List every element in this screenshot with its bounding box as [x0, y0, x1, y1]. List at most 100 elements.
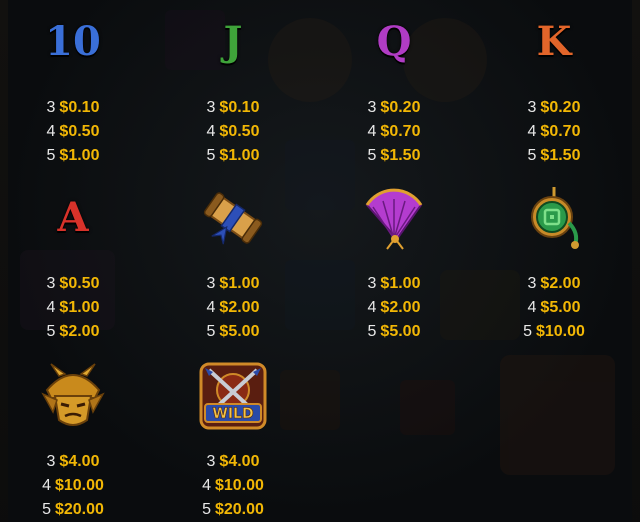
pay-count: 4	[42, 477, 51, 494]
pay-amount: $2.00	[59, 323, 100, 340]
pay-amount: $1.00	[380, 275, 421, 292]
paytable-entry-ten: 10 3 $0.10 4 $0.50 5 $1.00	[13, 2, 133, 165]
symbol-ten-label: 10	[45, 18, 101, 65]
pay-row: 3 $0.50	[13, 272, 133, 296]
pay-row: 5 $20.00	[13, 498, 133, 522]
pay-amount: $20.00	[54, 501, 104, 518]
symbol-king: K	[514, 2, 594, 82]
pay-count: 5	[367, 323, 377, 340]
pay-amount: $0.50	[219, 123, 260, 140]
symbol-jack-label: J	[223, 18, 243, 65]
pay-row: 4 $1.00	[13, 296, 133, 320]
pay-amount: $0.20	[380, 99, 421, 116]
pay-row: 4 $0.70	[334, 120, 454, 144]
pay-count: 3	[46, 275, 56, 292]
paytable-entry-wild: WILD 3 $4.00 4 $10.00 5 $20.00	[173, 356, 293, 518]
wild-label: WILD	[212, 406, 253, 422]
pay-row: 3 $1.00	[334, 272, 454, 296]
pay-amount: $1.00	[219, 147, 260, 164]
pay-count: 4	[46, 123, 56, 140]
pay-count: 5	[42, 501, 51, 518]
pay-list: 3 $0.20 4 $0.70 5 $1.50	[494, 96, 614, 168]
pay-row: 3 $0.10	[13, 96, 133, 120]
pay-amount: $4.00	[219, 453, 260, 470]
pay-count: 3	[46, 99, 56, 116]
pay-amount: $1.50	[380, 147, 421, 164]
pay-amount: $20.00	[214, 501, 264, 518]
samurai-helmet-icon	[33, 356, 113, 436]
fan-icon	[354, 178, 434, 258]
pay-amount: $5.00	[540, 299, 581, 316]
paytable-entry-samurai-helmet: 3 $4.00 4 $10.00 5 $20.00	[13, 356, 133, 518]
pay-count: 4	[527, 123, 537, 140]
pay-amount: $0.10	[219, 99, 260, 116]
bg-wild-shape	[500, 355, 615, 475]
pay-count: 4	[202, 477, 211, 494]
paytable-entry-queen: Q 3 $0.20 4 $0.70 5 $1.50	[334, 2, 454, 165]
pay-count: 5	[202, 501, 211, 518]
pay-amount: $5.00	[380, 323, 421, 340]
pay-row: 4 $2.00	[334, 296, 454, 320]
symbol-queen: Q	[354, 2, 434, 82]
pay-count: 3	[206, 453, 216, 470]
pay-count: 4	[206, 123, 216, 140]
pay-amount: $1.00	[59, 147, 100, 164]
pay-count: 5	[367, 147, 377, 164]
pay-row: 3 $4.00	[173, 450, 293, 474]
paytable-entry-jack: J 3 $0.10 4 $0.50 5 $1.00	[173, 2, 293, 165]
pay-count: 3	[527, 99, 537, 116]
pay-count: 4	[46, 299, 56, 316]
pay-row: 5 $5.00	[334, 320, 454, 344]
pay-list: 3 $4.00 4 $10.00 5 $20.00	[173, 450, 293, 522]
pay-row: 5 $2.00	[13, 320, 133, 344]
pay-row: 5 $1.00	[173, 144, 293, 168]
scroll-icon	[193, 178, 273, 258]
pay-amount: $2.00	[540, 275, 581, 292]
pay-amount: $2.00	[380, 299, 421, 316]
pay-count: 3	[367, 275, 377, 292]
pay-row: 5 $1.50	[334, 144, 454, 168]
pay-count: 3	[46, 453, 56, 470]
pay-list: 3 $4.00 4 $10.00 5 $20.00	[13, 450, 133, 522]
pay-row: 5 $10.00	[494, 320, 614, 344]
pay-row: 5 $5.00	[173, 320, 293, 344]
pay-row: 3 $0.20	[494, 96, 614, 120]
pay-count: 5	[46, 323, 56, 340]
pay-count: 3	[206, 275, 216, 292]
pay-row: 3 $1.00	[173, 272, 293, 296]
symbol-ace: A	[33, 178, 113, 258]
pay-count: 3	[206, 99, 216, 116]
paytable-entry-scroll: 3 $1.00 4 $2.00 5 $5.00	[173, 178, 293, 340]
pay-amount: $10.00	[54, 477, 104, 494]
pay-count: 5	[527, 147, 537, 164]
symbol-jack: J	[193, 2, 273, 82]
paytable-entry-king: K 3 $0.20 4 $0.70 5 $1.50	[494, 2, 614, 165]
pay-count: 4	[527, 299, 537, 316]
pay-list: 3 $0.20 4 $0.70 5 $1.50	[334, 96, 454, 168]
pay-row: 4 $10.00	[173, 474, 293, 498]
pay-amount: $2.00	[219, 299, 260, 316]
pay-count: 4	[367, 299, 377, 316]
pay-amount: $1.00	[59, 299, 100, 316]
pay-amount: $0.10	[59, 99, 100, 116]
pay-row: 4 $5.00	[494, 296, 614, 320]
paytable-entry-jade-amulet: 3 $2.00 4 $5.00 5 $10.00	[494, 178, 614, 340]
paytable-entry-ace: A 3 $0.50 4 $1.00 5 $2.00	[13, 178, 133, 341]
pay-row: 4 $0.70	[494, 120, 614, 144]
pay-row: 5 $1.50	[494, 144, 614, 168]
pay-row: 4 $0.50	[13, 120, 133, 144]
pay-count: 5	[206, 147, 216, 164]
pay-amount: $1.00	[219, 275, 260, 292]
pay-list: 3 $0.10 4 $0.50 5 $1.00	[173, 96, 293, 168]
pay-row: 5 $1.00	[13, 144, 133, 168]
pay-count: 4	[206, 299, 216, 316]
pay-row: 5 $20.00	[173, 498, 293, 522]
pay-amount: $5.00	[219, 323, 260, 340]
pay-count: 4	[367, 123, 377, 140]
pay-amount: $0.50	[59, 275, 100, 292]
pay-amount: $0.70	[540, 123, 581, 140]
pay-row: 3 $2.00	[494, 272, 614, 296]
pay-count: 5	[206, 323, 216, 340]
pay-amount: $0.50	[59, 123, 100, 140]
pay-list: 3 $2.00 4 $5.00 5 $10.00	[494, 272, 614, 344]
